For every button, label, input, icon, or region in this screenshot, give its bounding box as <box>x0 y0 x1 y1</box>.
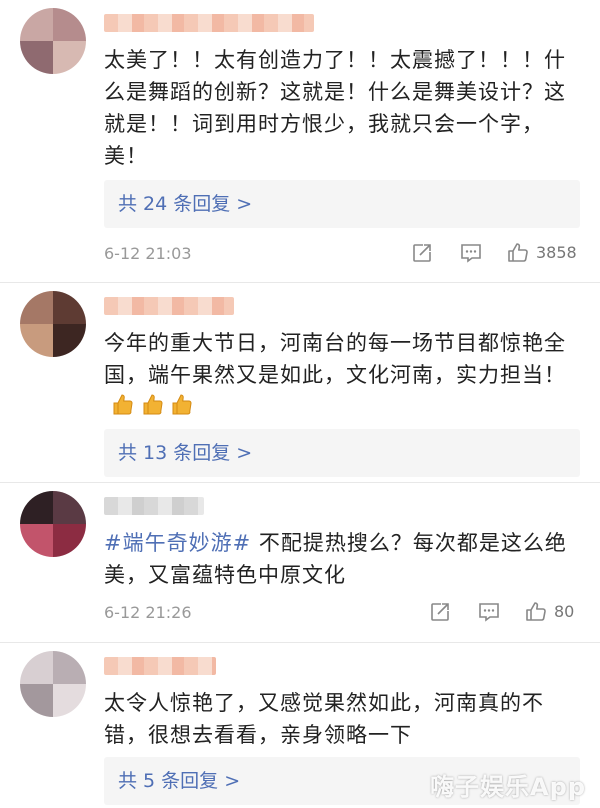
timestamp: 6-12 21:26 <box>104 603 192 622</box>
timestamp: 6-12 21:03 <box>104 244 192 263</box>
username[interactable] <box>104 14 314 32</box>
like-count: 3858 <box>536 243 577 262</box>
view-replies-link[interactable]: 共 13 条回复 > <box>118 440 252 466</box>
comment-text: 太令人惊艳了，又感觉果然如此，河南真的不错，很想去看看，亲身领略一下 <box>104 691 544 747</box>
view-replies-link[interactable]: 共 5 条回复 > <box>118 768 240 794</box>
watermark: 嗨子娱乐App <box>430 773 586 801</box>
comment-item: 今年的重大节日，河南台的每一场节目都惊艳全国，端午果然又是如此，文化河南，实力担… <box>0 283 600 483</box>
username[interactable] <box>104 297 234 315</box>
username[interactable] <box>104 657 216 675</box>
thumbs-up-icon <box>172 393 192 414</box>
share-icon[interactable] <box>428 600 452 624</box>
avatar[interactable] <box>20 651 86 717</box>
comment-item: #端午奇妙游# 不配提热搜么？每次都是这么绝美，又富蕴特色中原文化 6-12 2… <box>0 483 600 643</box>
comment-actions: 3858 <box>410 241 580 267</box>
comment-text: #端午奇妙游# 不配提热搜么？每次都是这么绝美，又富蕴特色中原文化 <box>104 527 584 593</box>
comment-actions: 80 <box>428 600 580 626</box>
like-count: 80 <box>554 602 575 621</box>
view-replies-link[interactable]: 共 24 条回复 > <box>118 191 252 217</box>
like-icon[interactable] <box>524 600 548 624</box>
reply-box[interactable]: 共 24 条回复 > <box>104 180 580 228</box>
avatar[interactable] <box>20 491 86 557</box>
thumbs-up-emoji-group <box>112 392 193 425</box>
username[interactable] <box>104 497 204 515</box>
share-icon[interactable] <box>410 241 434 265</box>
thumbs-up-icon <box>113 393 133 414</box>
comment-text: 太美了！！太有创造力了！！太震撼了！！！什么是舞蹈的创新？这就是！什么是舞美设计… <box>104 48 566 168</box>
comment-text: 今年的重大节日，河南台的每一场节目都惊艳全国，端午果然又是如此，文化河南，实力担… <box>104 327 584 423</box>
topic-hashtag-link[interactable]: #端午奇妙游# <box>104 531 251 555</box>
comment-item: 太美了！！太有创造力了！！太震撼了！！！什么是舞蹈的创新？这就是！什么是舞美设计… <box>0 0 600 290</box>
reply-box[interactable]: 共 13 条回复 > <box>104 429 580 477</box>
avatar[interactable] <box>20 8 86 74</box>
avatar[interactable] <box>20 291 86 357</box>
like-icon[interactable] <box>506 241 530 265</box>
comment-icon[interactable] <box>477 600 501 624</box>
comment-text-body: 今年的重大节日，河南台的每一场节目都惊艳全国，端午果然又是如此，文化河南，实力担… <box>104 331 566 387</box>
comment-icon[interactable] <box>459 241 483 265</box>
thumbs-up-icon <box>143 393 163 414</box>
